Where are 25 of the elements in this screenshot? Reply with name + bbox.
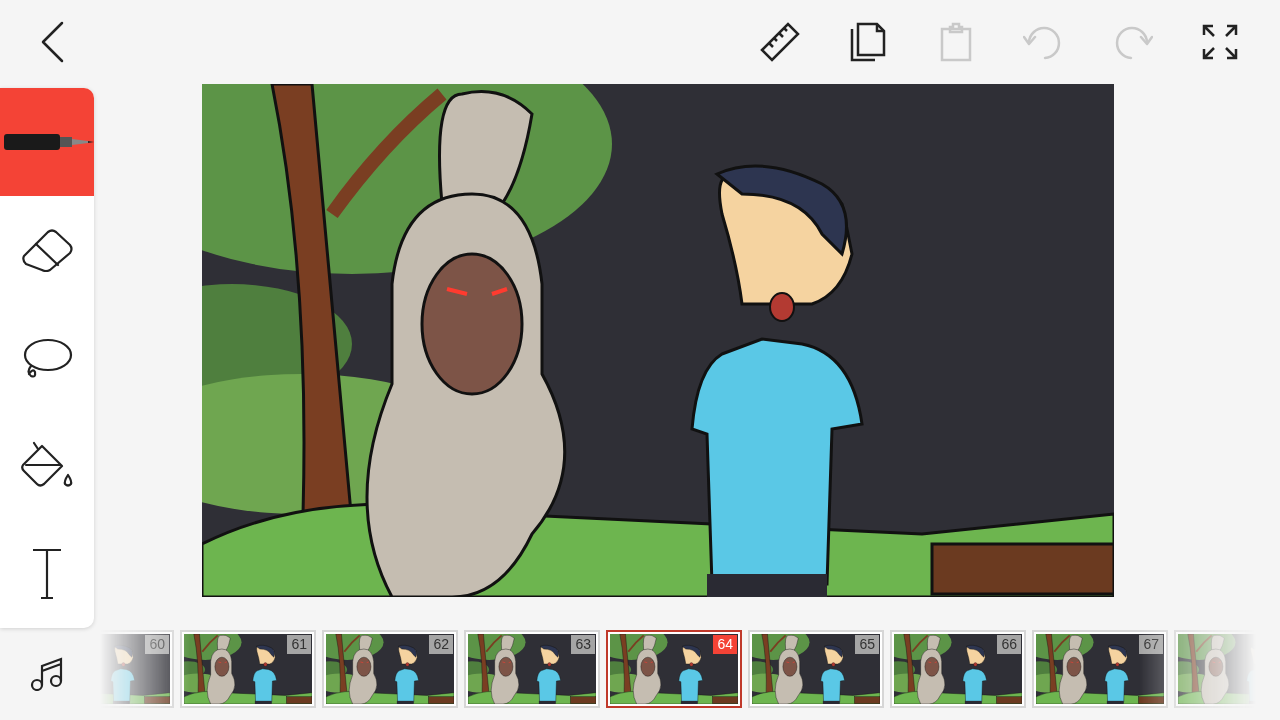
frame-number: 60 — [145, 635, 169, 654]
frame-number: 62 — [429, 635, 453, 654]
text-tool-icon — [32, 548, 62, 600]
frame-thumbnail[interactable]: 63 — [464, 630, 600, 708]
fullscreen-icon — [1202, 24, 1238, 60]
frame-number: 67 — [1139, 635, 1163, 654]
frame-thumbnail[interactable]: 67 — [1032, 630, 1168, 708]
frame-thumbnail[interactable]: 64 — [606, 630, 742, 708]
ruler-icon — [759, 21, 801, 63]
lasso-icon — [21, 336, 73, 380]
frame-thumbnail[interactable]: 65 — [748, 630, 884, 708]
frame-number: 66 — [997, 635, 1021, 654]
frame-number: 61 — [287, 635, 311, 654]
frame-thumbnail[interactable]: 66 — [890, 630, 1026, 708]
clipboard-icon — [939, 21, 973, 63]
frame-number: 64 — [713, 635, 737, 654]
back-icon — [40, 21, 64, 63]
pen-tool-button[interactable] — [0, 88, 94, 196]
music-note-icon — [30, 657, 64, 691]
frame-thumbnail[interactable]: 62 — [322, 630, 458, 708]
frame-number: 65 — [855, 635, 879, 654]
eraser-icon — [20, 228, 74, 272]
copy-icon — [849, 21, 887, 63]
frame-thumbnail[interactable]: 61 — [180, 630, 316, 708]
frame-number: 63 — [571, 635, 595, 654]
